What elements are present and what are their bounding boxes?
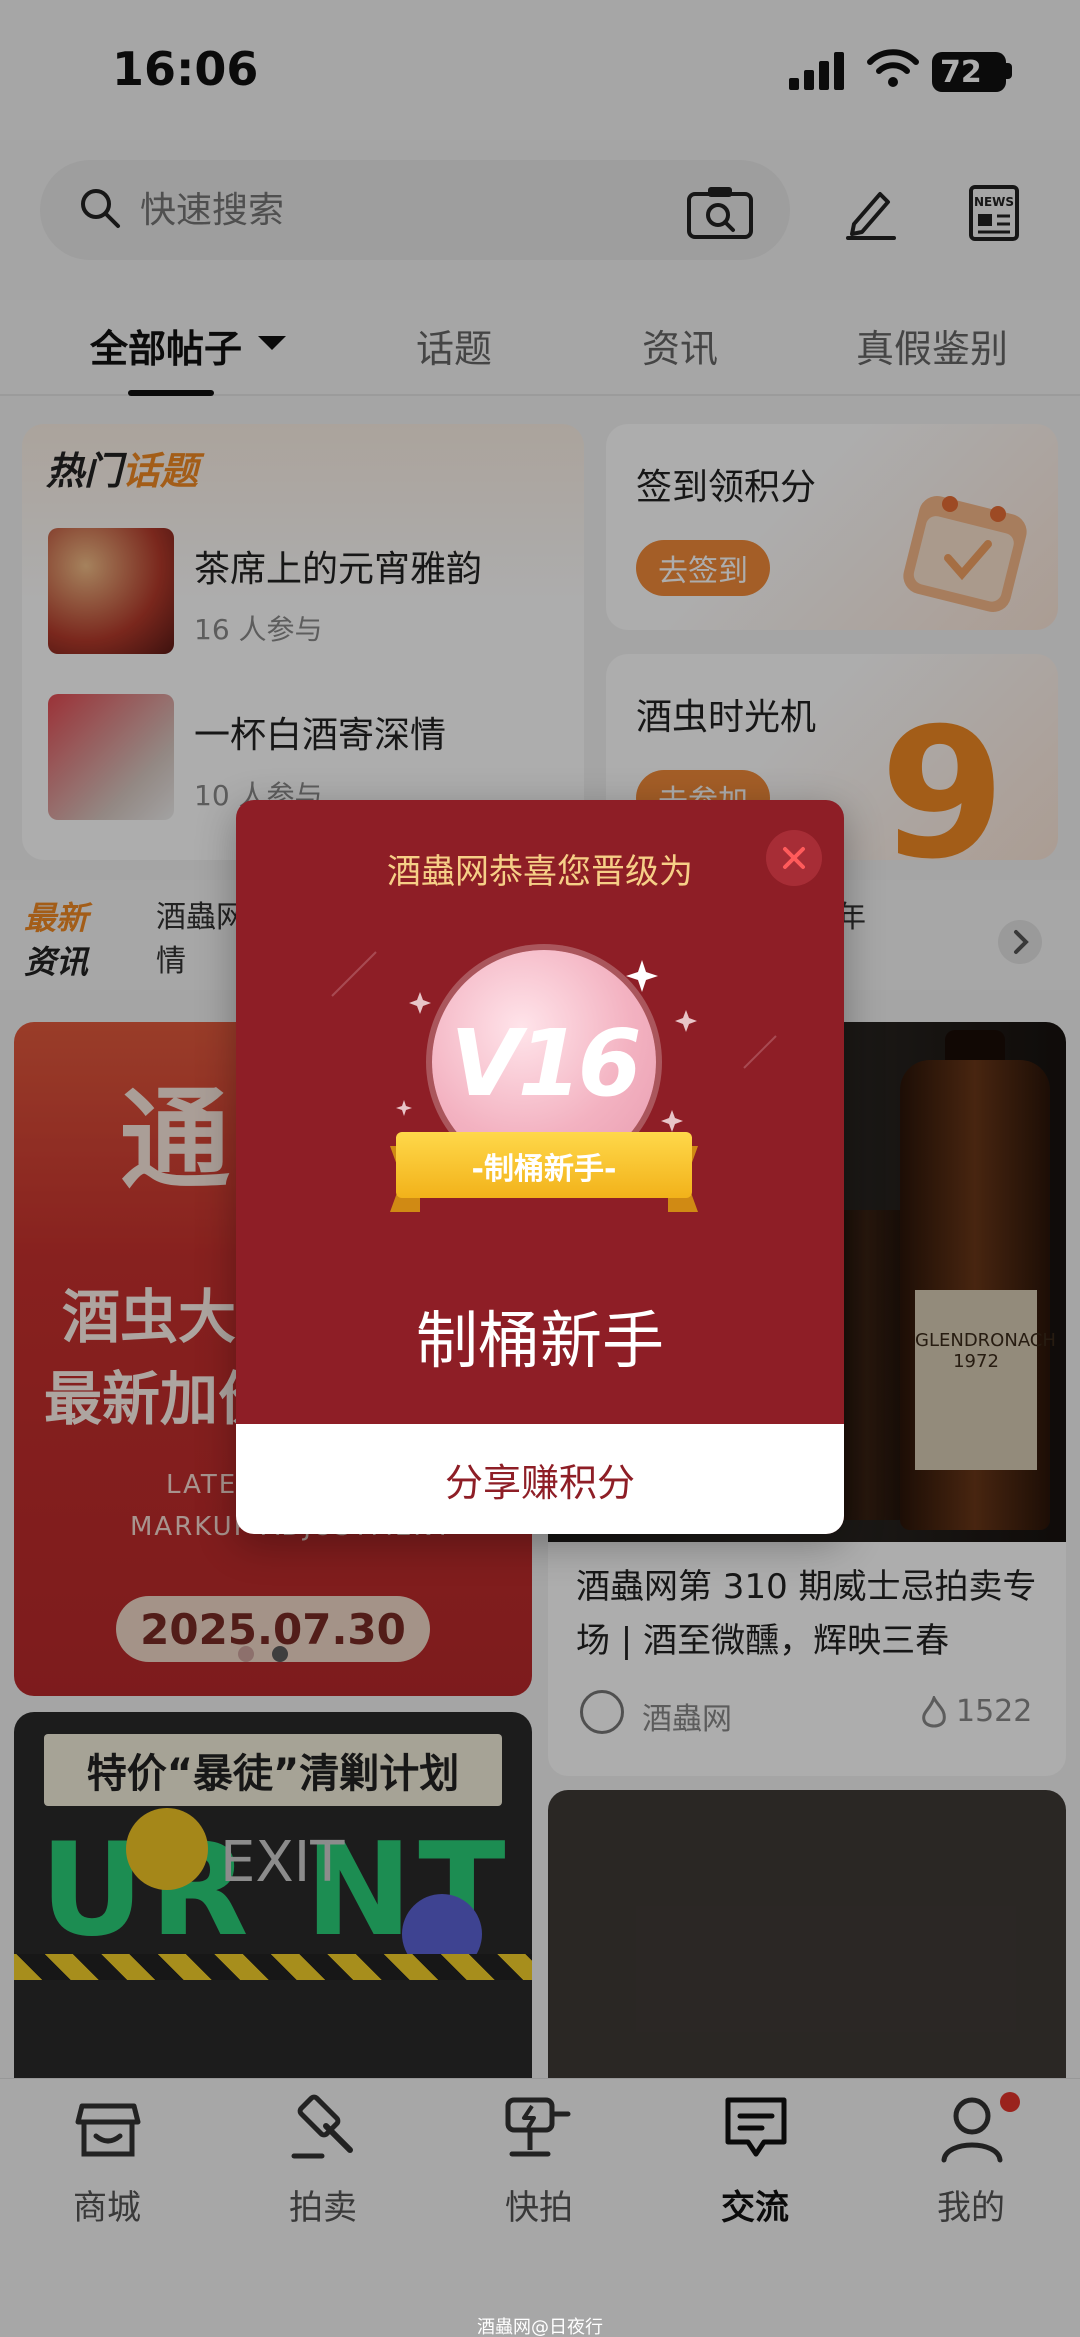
share-earn-points-button[interactable]: 分享赚积分 [236,1424,844,1534]
modal-heading: 酒蟲网恭喜您晋级为 [387,852,693,892]
level-badge: V16 [450,1010,641,1117]
close-icon[interactable] [766,830,822,886]
watermark: 酒蟲网@日夜行 [477,2317,603,2337]
ribbon-label: -制桶新手- [471,1152,617,1187]
level-name: 制桶新手 [415,1304,664,1377]
